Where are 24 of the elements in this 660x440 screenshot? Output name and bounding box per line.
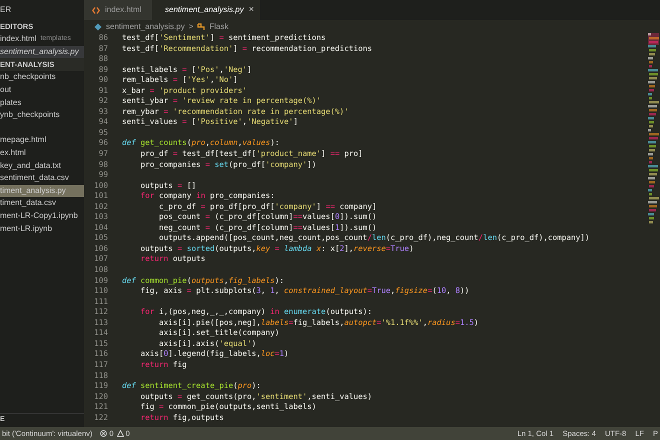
breadcrumb-item[interactable]: Flask [209,20,229,32]
warning-icon [116,430,124,437]
file-item[interactable]: ynb_checkpoints [0,108,84,122]
file-item[interactable]: sentiment_analysis.py [0,46,84,58]
file-item[interactable]: ex.html [0,146,84,160]
close-icon[interactable]: × [248,3,254,17]
file-item[interactable]: ment-LR.ipynb [0,222,84,235]
file-item[interactable]: key_and_data.txt [0,159,84,172]
symbol-icon [197,22,206,30]
file-item[interactable]: nb_checkpoints [0,71,84,84]
html-file-icon [92,6,100,14]
breadcrumb-separator: > [188,20,194,32]
breadcrumb-item[interactable]: sentiment_analysis.py [106,20,185,32]
editor-tab[interactable]: sentiment_analysis.py × [152,0,260,20]
file-item[interactable]: out [0,84,84,96]
file-type-icon [94,22,102,30]
file-item[interactable]: timent_data.csv [0,197,84,210]
file-item[interactable]: ment-LR-Copy1.ipynb [0,210,84,222]
editor-tab[interactable]: index.html [84,0,152,20]
sidebar-title: ER [0,4,12,16]
error-icon [100,430,108,437]
file-item[interactable]: mepage.html [0,134,84,147]
file-item[interactable]: sentiment_data.csv [0,172,84,185]
file-item[interactable]: plates [0,96,84,109]
